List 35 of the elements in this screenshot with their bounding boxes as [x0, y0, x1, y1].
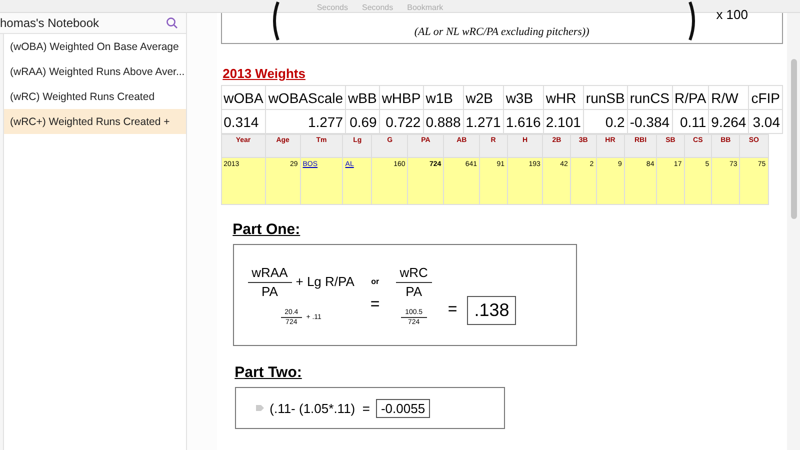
section-heading: Part Two:: [234, 364, 303, 381]
column-header: w1B: [423, 86, 464, 110]
or-text: or: [371, 276, 380, 286]
column-header: runSB: [583, 86, 628, 110]
notebook-title[interactable]: homas's Notebook: [0, 16, 100, 30]
equals-sign: =: [370, 296, 380, 314]
column-header: wBB: [346, 86, 380, 110]
denominator: PA: [261, 282, 278, 298]
formula-denominator: (AL or NL wRC/PA excluding pitchers)): [414, 26, 590, 38]
column-header: wHR: [543, 86, 584, 110]
denominator: PA: [406, 282, 422, 298]
column-header: w3B: [503, 86, 544, 110]
page-item[interactable]: (wRC+) Weighted Runs Created +: [4, 109, 186, 134]
column-header: w2B: [463, 86, 504, 110]
weights-title: 2013 Weights: [222, 66, 306, 81]
addend: + Lg R/PA: [296, 274, 354, 289]
search-icon[interactable]: [166, 17, 178, 29]
column-header: R/W: [708, 86, 749, 110]
result-box: -0.0055: [376, 398, 430, 418]
result-box: .138: [467, 296, 516, 324]
scrollbar[interactable]: [787, 13, 800, 450]
numerator: wRC: [396, 264, 432, 282]
column-header: cFIP: [748, 86, 782, 110]
parenthesis-drawing: [688, 1, 698, 41]
column-header: wHBP: [379, 86, 424, 110]
column-header: runCS: [627, 86, 672, 110]
column-header: R/PA: [672, 86, 709, 110]
column-header: wOBAScale: [266, 86, 346, 110]
equals-sign: =: [448, 301, 458, 319]
section-heading: Part One:: [232, 221, 302, 238]
expression-text: (.11- (1.05*.11) =: [270, 400, 370, 416]
column-header: wOBA: [221, 86, 266, 110]
formula-multiplier: x 100: [716, 7, 748, 22]
numerator: wRAA: [248, 264, 292, 282]
drag-handle-icon[interactable]: [256, 404, 264, 412]
